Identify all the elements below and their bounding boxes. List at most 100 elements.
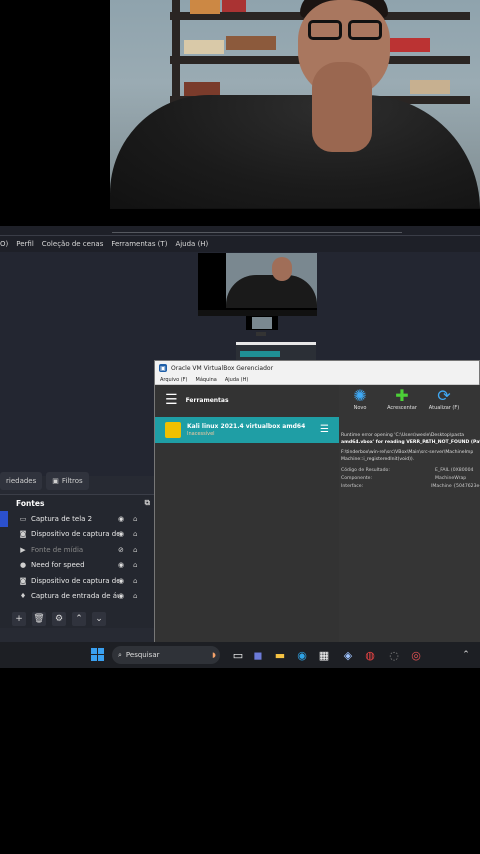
eye-icon[interactable]: ◉ — [118, 577, 124, 585]
glasses — [306, 20, 386, 40]
menu-item-o[interactable]: O) — [0, 240, 8, 248]
source-label: Need for speed — [31, 561, 85, 570]
person — [110, 95, 480, 208]
vbox-titlebar[interactable]: ▣ Oracle VM VirtualBox Gerenciador — [155, 361, 479, 375]
refresh-icon: ⟳ — [437, 386, 451, 405]
source-item[interactable]: ◙ Dispositivo de captura de ví◉ ⌂ — [0, 573, 154, 589]
obs-dock-tabs: riedades ▣ Filtros — [0, 471, 154, 491]
store-icon[interactable]: ▦ — [316, 647, 332, 663]
source-label: Captura de entrada de áudi — [31, 592, 119, 601]
vm-icon — [165, 422, 181, 438]
source-item[interactable]: ◙ Dispositivo de captura de ví◉ ⌂ — [0, 527, 154, 543]
eye-icon[interactable]: ◉ — [118, 530, 124, 538]
menu-item-perfil[interactable]: Perfil — [16, 240, 34, 248]
camera-icon: ◙ — [19, 530, 27, 539]
menu-item-ajuda[interactable]: Ajuda (H) — [175, 240, 208, 248]
task-view-icon[interactable]: ▭ — [230, 647, 246, 663]
vbox-menu-arquivo[interactable]: Arquivo (F) — [160, 377, 188, 383]
eye-icon[interactable]: ◉ — [118, 561, 124, 569]
chevron-up-icon[interactable]: ⌃ — [458, 647, 474, 663]
vm-menu-icon[interactable]: ☰ — [320, 424, 329, 435]
taskbar-search[interactable]: ⌕ Pesquisar ◗ — [112, 646, 220, 664]
refresh-button[interactable]: ⟳ Atualizar (F) — [427, 386, 461, 412]
source-item[interactable]: ▭ Captura de tela 2 ◉ ⌂ — [0, 511, 154, 527]
virtualbox-window[interactable]: ▣ Oracle VM VirtualBox Gerenciador Arqui… — [154, 360, 480, 644]
camera-icon: ◙ — [19, 576, 27, 585]
preview-virtualbox — [236, 342, 316, 360]
eye-hidden-icon[interactable]: ⊘ — [118, 546, 124, 554]
search-placeholder: Pesquisar — [125, 651, 160, 659]
vbox-tools-item[interactable]: ☰ Ferramentas — [155, 385, 339, 415]
menu-item-ferramentas[interactable]: Ferramentas (T) — [111, 240, 167, 248]
move-down-button[interactable]: ⌄ — [92, 612, 106, 626]
source-item[interactable]: ♦ Captura de entrada de áudi ◉ ⌂ — [0, 589, 154, 605]
tab-propriedades[interactable]: riedades — [0, 472, 43, 490]
eye-icon[interactable]: ◉ — [118, 515, 124, 523]
source-item[interactable]: ● Need for speed ◉ ⌂ — [0, 558, 154, 574]
windows-start-icon[interactable] — [91, 648, 105, 662]
vbox-sidebar: ☰ Ferramentas Kali linux 2021.4 virtualb… — [155, 385, 339, 643]
vbox-details: ✺ Novo ✚ Acrescentar ⟳ Atualizar (F) Run… — [339, 385, 480, 643]
gamepad-icon: ● — [19, 561, 27, 570]
lock-icon[interactable]: ⌂ — [133, 515, 137, 523]
vm-list-item[interactable]: Kali linux 2021.4 virtualbox amd64 Inace… — [155, 417, 339, 443]
file-explorer-icon[interactable]: ▬ — [272, 647, 288, 663]
menu-item-colecao-de-cenas[interactable]: Coleção de cenas — [42, 240, 104, 248]
component-row: Componente: MachineWrap — [341, 476, 467, 481]
vbox-menu-ajuda[interactable]: Ajuda (H) — [225, 377, 248, 383]
add-button[interactable]: ✚ Acrescentar — [385, 386, 419, 412]
microphone-icon: ♦ — [19, 592, 27, 601]
lock-icon[interactable]: ⌂ — [133, 577, 137, 585]
remove-source-button[interactable]: 🗑 — [32, 612, 46, 626]
lock-icon[interactable]: ⌂ — [133, 546, 137, 554]
vbox-title: Oracle VM VirtualBox Gerenciador — [171, 364, 274, 372]
webcam-feed — [110, 0, 480, 208]
lock-icon[interactable]: ⌂ — [133, 592, 137, 600]
add-source-button[interactable]: + — [12, 612, 26, 626]
vm-state: Inacessível — [187, 431, 215, 437]
interface-row: Interface: IMachine {5047623e- — [341, 484, 480, 489]
lock-icon[interactable]: ⌂ — [133, 530, 137, 538]
tools-icon: ☰ — [165, 392, 178, 408]
virtualbox-taskbar-icon[interactable]: ◈ — [340, 647, 356, 663]
recorder-icon[interactable]: ◎ — [408, 647, 424, 663]
tab-filtros[interactable]: ▣ Filtros — [46, 472, 89, 490]
source-label: Captura de tela 2 — [31, 514, 93, 523]
source-settings-button[interactable]: ⚙ — [52, 612, 66, 626]
new-vm-icon: ✺ — [353, 386, 367, 405]
lock-icon[interactable]: ⌂ — [133, 561, 137, 569]
vbox-menu-maquina[interactable]: Máquina — [196, 377, 217, 383]
obs-icon[interactable]: ◌ — [386, 647, 402, 663]
preview-nested — [246, 316, 278, 330]
add-icon: ✚ — [395, 386, 409, 405]
search-highlight-icon: ◗ — [212, 651, 216, 659]
vbox-toolbar: ✺ Novo ✚ Acrescentar ⟳ Atualizar (F) — [339, 385, 480, 429]
virtualbox-logo-icon: ▣ — [159, 364, 167, 372]
taskbar: ⌕ Pesquisar ◗ ▭ ◼ ▬ ◉ ▦ ◈ ◍ ◌ ◎ ⌃ — [0, 642, 480, 668]
source-label: Dispositivo de captura de ví — [31, 530, 119, 539]
chrome-icon[interactable]: ◍ — [362, 647, 378, 663]
filter-icon: ▣ — [52, 477, 59, 485]
eye-icon[interactable]: ◉ — [118, 592, 124, 600]
teams-icon[interactable]: ◼ — [250, 647, 266, 663]
error-message: Runtime error opening 'C:\Users\wesle\De… — [341, 433, 480, 462]
result-code-row: Código de Resultado: E_FAIL (0X80004 — [341, 468, 474, 473]
move-up-button[interactable]: ⌃ — [72, 612, 86, 626]
sources-toolbar: + 🗑 ⚙ ⌃ ⌄ — [12, 612, 106, 626]
edge-icon[interactable]: ◉ — [294, 647, 310, 663]
hand — [312, 62, 372, 152]
vm-name: Kali linux 2021.4 virtualbox amd64 — [187, 423, 306, 430]
sources-panel: Fontes ⧉ ▭ Captura de tela 2 ◉ ⌂ ◙ Dispositiv… — [0, 494, 154, 628]
sources-title: Fontes — [16, 498, 45, 508]
source-label: Dispositivo de captura de ví — [31, 576, 119, 585]
source-item[interactable]: ▶ Fonte de mídia ⊘ ⌂ — [0, 542, 154, 558]
monitor-icon: ▭ — [19, 514, 27, 523]
preview-webcam — [226, 253, 317, 308]
undock-icon[interactable]: ⧉ — [145, 498, 150, 508]
play-icon: ▶ — [20, 545, 26, 554]
obs-menubar: O) Perfil Coleção de cenas Ferramentas (… — [0, 236, 480, 252]
vbox-menubar: Arquivo (F) Máquina Ajuda (H) — [155, 375, 479, 385]
search-icon: ⌕ — [118, 650, 122, 659]
screen: O) Perfil Coleção de cenas Ferramentas (… — [0, 0, 480, 854]
new-button[interactable]: ✺ Novo — [343, 386, 377, 412]
